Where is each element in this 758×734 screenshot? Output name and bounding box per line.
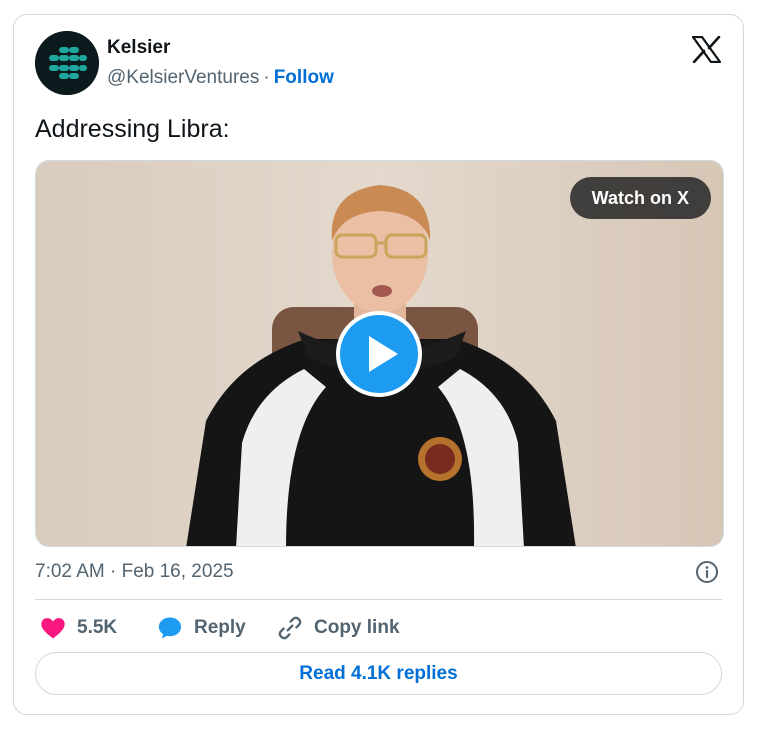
author-handle-line: @KelsierVentures · Follow xyxy=(107,67,334,89)
reply-label: Reply xyxy=(194,617,246,638)
tweet-text: Addressing Libra: xyxy=(35,115,230,143)
author-handle[interactable]: @KelsierVentures xyxy=(107,67,259,88)
copy-link-button[interactable]: Copy link xyxy=(276,613,400,643)
copy-link-label: Copy link xyxy=(314,617,400,638)
reply-button[interactable]: Reply xyxy=(156,613,246,643)
heart-icon xyxy=(39,614,67,642)
divider xyxy=(35,599,722,600)
info-icon[interactable] xyxy=(695,560,719,584)
speech-bubble-icon xyxy=(156,614,184,642)
link-icon xyxy=(276,614,304,642)
video-thumbnail[interactable]: Watch on X xyxy=(35,160,724,547)
like-button[interactable]: 5.5K xyxy=(39,613,117,643)
read-replies-button[interactable]: Read 4.1K replies xyxy=(35,652,722,695)
tweet-timestamp[interactable]: 7:02 AM · Feb 16, 2025 xyxy=(35,561,234,583)
play-icon xyxy=(336,311,422,397)
avatar-logo-icon xyxy=(35,31,99,95)
play-button[interactable] xyxy=(334,309,424,399)
x-logo-icon[interactable] xyxy=(691,35,722,64)
author-name[interactable]: Kelsier xyxy=(107,37,170,59)
separator-dot: · xyxy=(263,67,270,88)
avatar[interactable] xyxy=(35,31,99,95)
follow-link[interactable]: Follow xyxy=(274,67,334,88)
like-count: 5.5K xyxy=(77,617,118,638)
embedded-tweet-card: Kelsier @KelsierVentures · Follow Addressi… xyxy=(13,14,744,715)
watch-on-x-button[interactable]: Watch on X xyxy=(569,177,711,219)
